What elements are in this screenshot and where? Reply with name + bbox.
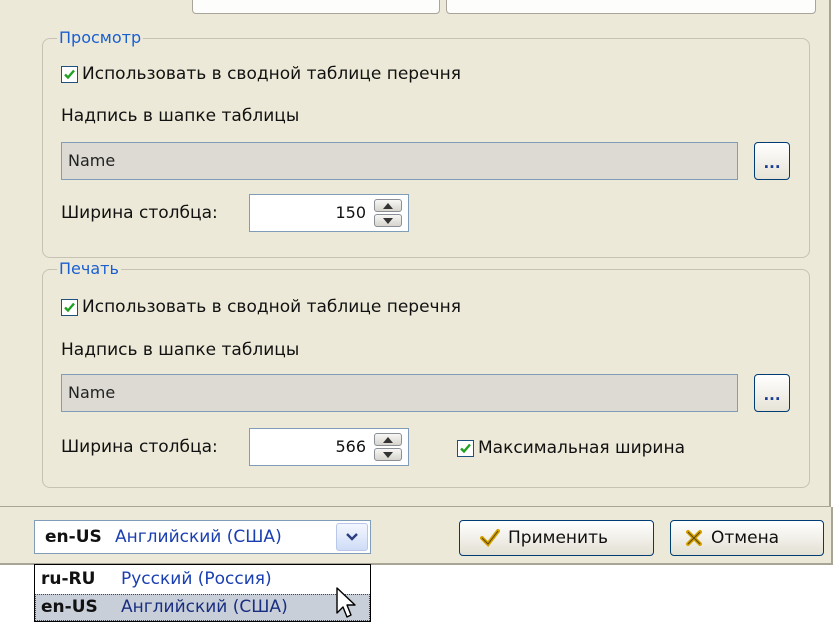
- print-use-in-summary-checkbox[interactable]: Использовать в сводной таблице перечня: [61, 297, 461, 317]
- arrow-down-icon[interactable]: [374, 214, 402, 227]
- mouse-pointer-icon: [336, 587, 356, 618]
- language-combo-name: Английский (США): [115, 527, 282, 547]
- language-combo[interactable]: en-US Английский (США): [34, 520, 371, 554]
- view-group-title: Просмотр: [57, 27, 144, 49]
- view-browse-button[interactable]: ...: [754, 142, 790, 180]
- view-use-in-summary-checkbox[interactable]: Использовать в сводной таблице перечня: [61, 64, 461, 84]
- top-control-right[interactable]: [446, 0, 816, 14]
- print-column-width-value[interactable]: 566: [335, 429, 366, 465]
- print-group: Печать Использовать в сводной таблице пе…: [42, 258, 810, 488]
- check-icon[interactable]: [61, 298, 78, 316]
- print-use-in-summary-label: Использовать в сводной таблице перечня: [82, 297, 461, 317]
- view-header-caption-label: Надпись в шапке таблицы: [61, 106, 300, 126]
- print-header-caption-label: Надпись в шапке таблицы: [61, 340, 300, 360]
- cancel-label: Отмена: [711, 528, 780, 548]
- language-dropdown-list: ru-RU Русский (Россия) en-US Английский …: [34, 564, 371, 622]
- apply-label: Применить: [508, 528, 608, 548]
- chevron-down-icon[interactable]: [336, 523, 368, 551]
- top-control-left[interactable]: [192, 0, 440, 14]
- check-icon[interactable]: [61, 65, 78, 83]
- print-max-width-label: Максимальная ширина: [478, 438, 686, 458]
- language-option-name: Русский (Россия): [121, 569, 272, 589]
- language-option-code: en-US: [41, 597, 98, 617]
- language-option-code: ru-RU: [41, 569, 96, 589]
- settings-dialog: Просмотр Использовать в сводной таблице …: [0, 0, 831, 508]
- arrow-up-icon[interactable]: [374, 433, 402, 446]
- view-column-width-label: Ширина столбца:: [61, 203, 218, 223]
- view-column-width-spinner[interactable]: 150: [249, 194, 409, 232]
- arrow-down-icon[interactable]: [374, 448, 402, 461]
- language-option-en[interactable]: en-US Английский (США): [35, 594, 370, 621]
- language-combo-code: en-US: [45, 527, 102, 547]
- apply-button[interactable]: Применить: [459, 520, 654, 556]
- print-header-caption-field[interactable]: Name: [61, 374, 738, 412]
- print-max-width-checkbox[interactable]: Максимальная ширина: [457, 438, 685, 458]
- print-browse-button[interactable]: ...: [754, 374, 790, 412]
- language-option-ru[interactable]: ru-RU Русский (Россия): [35, 566, 370, 593]
- view-header-caption-field[interactable]: Name: [61, 142, 738, 180]
- checkmark-icon: [480, 529, 500, 547]
- arrow-up-icon[interactable]: [374, 199, 402, 212]
- language-option-name: Английский (США): [121, 597, 288, 617]
- print-column-width-label: Ширина столбца:: [61, 437, 218, 457]
- view-group: Просмотр Использовать в сводной таблице …: [42, 27, 810, 258]
- cross-icon: [685, 529, 703, 547]
- print-group-title: Печать: [57, 258, 121, 280]
- cancel-button[interactable]: Отмена: [670, 520, 824, 556]
- view-use-in-summary-label: Использовать в сводной таблице перечня: [82, 64, 461, 84]
- print-column-width-spinner[interactable]: 566: [249, 428, 409, 466]
- view-column-width-value[interactable]: 150: [335, 195, 366, 231]
- check-icon[interactable]: [457, 439, 474, 457]
